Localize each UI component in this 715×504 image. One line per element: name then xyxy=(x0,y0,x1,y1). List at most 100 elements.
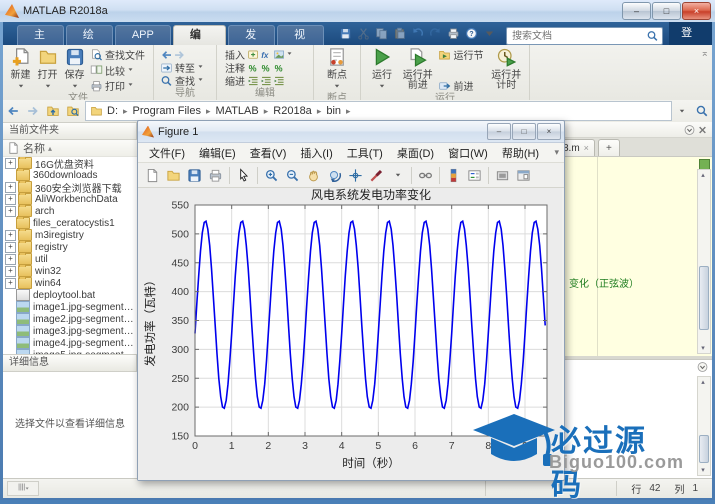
scroll-down-icon[interactable]: ▾ xyxy=(698,465,708,475)
expand-icon[interactable]: + xyxy=(5,230,16,241)
forward-button[interactable] xyxy=(23,102,43,120)
smart-indent-icon[interactable] xyxy=(247,74,260,87)
name-column-header[interactable]: 名称 ▴ xyxy=(3,140,137,157)
ribbon-tab-3[interactable]: APP xyxy=(115,25,171,45)
path-segment[interactable]: MATLAB xyxy=(216,105,259,117)
new-file-icon[interactable] xyxy=(142,165,163,185)
indent-left-icon[interactable] xyxy=(273,74,286,87)
menu-overflow-icon[interactable]: ▾ xyxy=(554,147,559,158)
expand-icon[interactable]: + xyxy=(5,182,16,193)
breadcrumb[interactable]: D:▸Program Files▸MATLAB▸R2018a▸bin▸ xyxy=(85,101,672,121)
zoom-out-icon[interactable] xyxy=(282,165,303,185)
path-segment[interactable]: D: xyxy=(107,105,118,117)
new-script-button[interactable]: 新建 xyxy=(8,47,33,93)
colorbar-icon[interactable] xyxy=(443,165,464,185)
forward-icon[interactable] xyxy=(173,48,186,61)
search-input[interactable] xyxy=(510,30,646,43)
file-row[interactable]: image4.jpg-segmente... xyxy=(3,337,137,349)
copy-icon[interactable] xyxy=(372,25,390,43)
expand-icon[interactable]: + xyxy=(5,194,16,205)
ribbon-tab-2[interactable]: 绘图 xyxy=(66,25,113,45)
path-segment[interactable]: R2018a xyxy=(273,105,312,117)
path-segment[interactable]: bin xyxy=(326,105,341,117)
back-icon[interactable] xyxy=(160,48,173,61)
figure-menu-item[interactable]: 桌面(D) xyxy=(390,145,441,161)
uncomment-icon[interactable]: % xyxy=(260,61,273,74)
figure-menu-item[interactable]: 窗口(W) xyxy=(441,145,495,161)
expand-icon[interactable]: + xyxy=(5,278,16,289)
search-icon[interactable] xyxy=(646,30,659,43)
file-row[interactable]: image3.jpg-segmente... xyxy=(3,325,137,337)
tab-close-icon[interactable]: × xyxy=(584,143,589,153)
scroll-up-icon[interactable]: ▴ xyxy=(698,377,708,387)
zoom-in-icon[interactable] xyxy=(261,165,282,185)
collapse-ribbon-icon[interactable]: ⌅ xyxy=(701,48,709,59)
indent-right-icon[interactable] xyxy=(260,74,273,87)
panel-close-icon[interactable] xyxy=(696,123,709,136)
back-button[interactable] xyxy=(3,102,23,120)
undo-icon[interactable] xyxy=(408,25,426,43)
open-button[interactable]: 打开 xyxy=(35,47,60,93)
save-button[interactable]: 保存 xyxy=(62,47,87,93)
command-scrollbar[interactable]: ▴ ▾ xyxy=(697,376,711,476)
up-folder-button[interactable] xyxy=(43,102,63,120)
panel-menu-icon[interactable] xyxy=(696,361,709,374)
figure-menu-item[interactable]: 编辑(E) xyxy=(192,145,243,161)
file-row[interactable]: image5.jpg-segmente... xyxy=(3,349,137,354)
figure-menu-item[interactable]: 查看(V) xyxy=(243,145,294,161)
figure-close-button[interactable]: × xyxy=(537,123,561,140)
run-advance-button[interactable]: 运行并 前进 xyxy=(400,47,436,93)
cursor-icon[interactable] xyxy=(233,165,254,185)
advance-button[interactable]: 前进 xyxy=(438,79,485,92)
help-icon[interactable]: ? xyxy=(462,25,480,43)
run-time-button[interactable]: 运行并 计时 xyxy=(488,47,524,93)
compare-button[interactable]: 比较 xyxy=(90,64,147,77)
cut-icon[interactable] xyxy=(354,25,372,43)
expand-icon[interactable]: + xyxy=(5,254,16,265)
ribbon-tab-1[interactable]: 主页 xyxy=(17,25,64,45)
find-button[interactable]: 查找 xyxy=(160,74,204,87)
minimize-button[interactable]: – xyxy=(622,2,651,20)
figure-menu-item[interactable]: 工具(T) xyxy=(340,145,390,161)
insert-image-icon[interactable] xyxy=(273,48,286,61)
save-icon[interactable] xyxy=(336,25,354,43)
print-icon[interactable] xyxy=(444,25,462,43)
fx-icon[interactable]: fx xyxy=(260,48,273,61)
link-plot-icon[interactable] xyxy=(415,165,436,185)
figure-restore-button[interactable]: □ xyxy=(512,123,536,140)
ribbon-tab-6[interactable]: 视图 xyxy=(277,25,324,45)
panel-menu-icon[interactable] xyxy=(683,123,696,136)
redo-icon[interactable] xyxy=(426,25,444,43)
caret-down-icon[interactable] xyxy=(387,165,408,185)
save-icon[interactable] xyxy=(184,165,205,185)
legend-icon[interactable] xyxy=(464,165,485,185)
figure-title-bar[interactable]: Figure 1 – □ × xyxy=(138,121,564,143)
file-row[interactable]: image1.jpg-segmente... xyxy=(3,301,137,313)
brush-icon[interactable] xyxy=(366,165,387,185)
dock-figure-icon[interactable] xyxy=(513,165,534,185)
editor-scrollbar[interactable]: ▴ ▾ xyxy=(697,169,711,354)
caret-down-icon[interactable] xyxy=(480,25,498,43)
expand-icon[interactable]: + xyxy=(5,266,16,277)
insert-icon[interactable] xyxy=(247,48,260,61)
maximize-button[interactable]: □ xyxy=(652,2,681,20)
pan-icon[interactable] xyxy=(303,165,324,185)
login-button[interactable]: 登录 xyxy=(669,22,712,45)
file-row[interactable]: image2.jpg-segmente... xyxy=(3,313,137,325)
file-row[interactable]: +win64 xyxy=(3,277,137,289)
doc-search-box[interactable] xyxy=(506,27,663,45)
print-icon[interactable] xyxy=(205,165,226,185)
data-cursor-icon[interactable] xyxy=(345,165,366,185)
find-files-button[interactable]: 查找文件 xyxy=(90,48,147,61)
indent-row[interactable]: 缩进 xyxy=(223,74,307,87)
open-icon[interactable] xyxy=(163,165,184,185)
expand-icon[interactable]: + xyxy=(5,242,16,253)
figure-menu-item[interactable]: 文件(F) xyxy=(142,145,192,161)
folder-search-icon[interactable] xyxy=(692,102,712,120)
close-button[interactable]: × xyxy=(682,2,711,20)
path-segment[interactable]: Program Files xyxy=(133,105,201,117)
paste-icon[interactable] xyxy=(390,25,408,43)
editor-document[interactable]: 变化（正弦波） ▴ ▾ xyxy=(563,157,712,359)
run-button[interactable]: 运行 xyxy=(366,47,398,93)
wrap-comment-icon[interactable]: % xyxy=(273,61,286,74)
